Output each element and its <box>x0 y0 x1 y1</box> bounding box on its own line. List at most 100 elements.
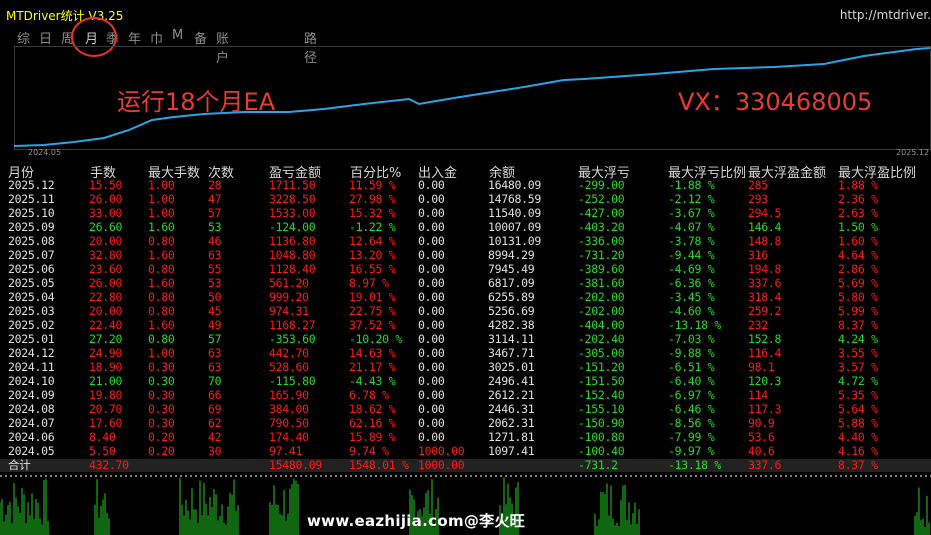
cell: 1.88 % <box>838 178 878 192</box>
cell: 1.60 % <box>838 234 878 248</box>
cell: 146.4 <box>748 220 782 234</box>
tab-5[interactable]: 年 <box>128 28 141 47</box>
watermark-text: www.eazhijia.com@李火旺 <box>307 512 526 530</box>
cell: 285 <box>748 178 768 192</box>
cell: 0.00 <box>418 234 445 248</box>
cell: 4282.38 <box>488 318 535 332</box>
cell: 2024.11 <box>8 360 55 374</box>
cell: 0.00 <box>418 206 445 220</box>
cell: -4.69 % <box>668 262 715 276</box>
cell: -9.44 % <box>668 248 715 262</box>
cell: -151.50 <box>578 374 625 388</box>
cell: -1.88 % <box>668 178 715 192</box>
cell: 2025.07 <box>8 248 55 262</box>
tab-0[interactable]: 综 <box>17 28 30 47</box>
cell: 2025.09 <box>8 220 55 234</box>
cell: 0.80 <box>148 262 175 276</box>
cell: 194.8 <box>748 262 782 276</box>
cell: 0.30 <box>148 388 175 402</box>
cell: 21.17 % <box>349 360 396 374</box>
cell: 19.80 <box>89 388 123 402</box>
cell: 8994.29 <box>488 248 535 262</box>
cell: 69 <box>208 402 222 416</box>
cell: 0.00 <box>418 346 445 360</box>
cell: 5.50 <box>89 444 116 458</box>
table-row: 2025.10 33.00 1.00 57 1533.00 15.32 % 0.00 1154… <box>0 206 931 220</box>
cell: 3114.11 <box>488 332 535 346</box>
cell: 2024.07 <box>8 416 55 430</box>
cell: -381.60 <box>578 276 625 290</box>
cell: 0.80 <box>148 290 175 304</box>
cell: 24.90 <box>89 346 123 360</box>
cell: 1128.40 <box>269 262 316 276</box>
tab-8[interactable]: 备 <box>194 28 207 47</box>
cell: 2446.31 <box>488 402 535 416</box>
cell: -155.10 <box>578 402 625 416</box>
cell: 3025.01 <box>488 360 535 374</box>
cell: -403.20 <box>578 220 625 234</box>
cell: 0.30 <box>148 416 175 430</box>
cell: 1.50 % <box>838 220 878 234</box>
cell: -202.00 <box>578 304 625 318</box>
cell: 442.70 <box>269 346 309 360</box>
cell: -353.60 <box>269 332 316 346</box>
cell: 0.00 <box>418 388 445 402</box>
cell: 2024.10 <box>8 374 55 388</box>
cell: 10007.09 <box>488 220 541 234</box>
cell: 28 <box>208 178 222 192</box>
cell: 1.60 <box>148 248 175 262</box>
cell: -731.20 <box>578 248 625 262</box>
cell: 2024.08 <box>8 402 55 416</box>
tab-1[interactable]: 日 <box>39 28 52 47</box>
cell: 6255.89 <box>488 290 535 304</box>
cell: 45 <box>208 304 222 318</box>
cell: 2.86 % <box>838 262 878 276</box>
cell: -3.45 % <box>668 290 715 304</box>
cell: -404.00 <box>578 318 625 332</box>
cell: 63 <box>208 360 222 374</box>
cell: 40.6 <box>748 444 775 458</box>
cell: -305.00 <box>578 346 625 360</box>
tab-6[interactable]: 巾 <box>150 28 163 47</box>
cell: 47 <box>208 192 222 206</box>
cell: 26.00 <box>89 192 123 206</box>
cell: 32.80 <box>89 248 123 262</box>
cell: 26.60 <box>89 220 123 234</box>
cell: 1136.80 <box>269 234 316 248</box>
cell: 1.00 <box>148 346 175 360</box>
total-cell: 337.6 <box>748 458 782 472</box>
cell: 0.00 <box>418 178 445 192</box>
cell: 11540.09 <box>488 206 541 220</box>
table-row: 2024.08 20.70 0.30 69 384.00 18.62 % 0.00 2446.… <box>0 402 931 416</box>
cell: 2025.12 <box>8 178 55 192</box>
cell: 2.36 % <box>838 192 878 206</box>
cell: 9.74 % <box>349 444 389 458</box>
table-row: 2025.01 27.20 0.80 57 -353.60 -10.20 % 0.00 311… <box>0 332 931 346</box>
cell: 0.30 <box>148 402 175 416</box>
cell: 0.00 <box>418 318 445 332</box>
cell: 3.57 % <box>838 360 878 374</box>
cell: 53 <box>208 276 222 290</box>
cell: -9.97 % <box>668 444 715 458</box>
cell: 1271.81 <box>488 430 535 444</box>
cell: 2025.03 <box>8 304 55 318</box>
cell: -4.60 % <box>668 304 715 318</box>
cell: 20.70 <box>89 402 123 416</box>
cell: 20.00 <box>89 304 123 318</box>
tab-7[interactable]: M <box>172 28 183 43</box>
cell: 1097.41 <box>488 444 535 458</box>
cell: 50 <box>208 290 222 304</box>
cell: 22.40 <box>89 318 123 332</box>
cell: -152.40 <box>578 388 625 402</box>
total-cell: 15480.09 <box>269 458 322 472</box>
cell: 14768.59 <box>488 192 541 206</box>
cell: 18.90 <box>89 360 123 374</box>
cell: 42 <box>208 430 222 444</box>
cell: 49 <box>208 318 222 332</box>
cell: 0.00 <box>418 416 445 430</box>
cell: -13.18 % <box>668 318 721 332</box>
cell: 0.80 <box>148 304 175 318</box>
cell: 55 <box>208 262 222 276</box>
url-link[interactable]: http://mtdriver. <box>840 8 931 22</box>
cell: 6.78 % <box>349 388 389 402</box>
